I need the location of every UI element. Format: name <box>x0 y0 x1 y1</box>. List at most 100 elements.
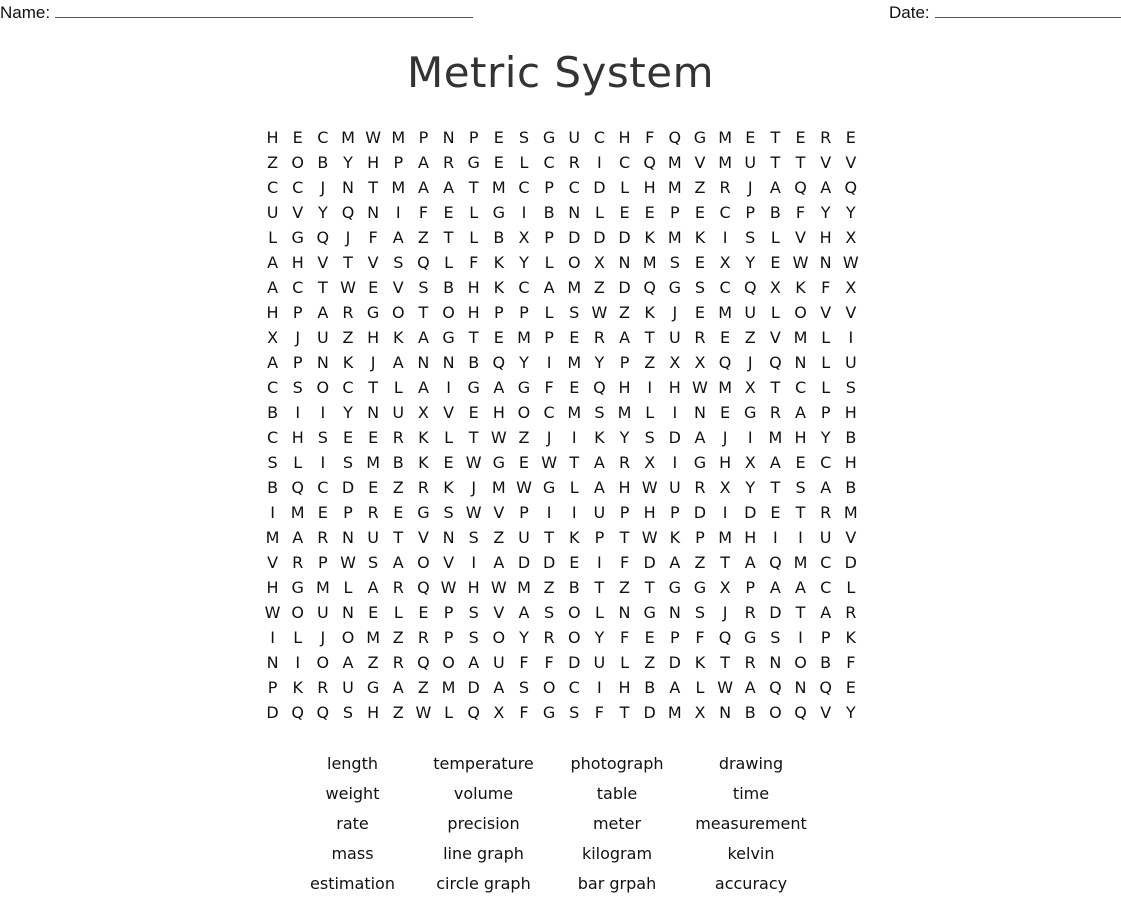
grid-letter: M <box>441 678 456 697</box>
grid-row: ILJOMZRPSOYROYFEPFQGSIPK <box>260 625 863 650</box>
grid-letter: O <box>442 303 455 322</box>
grid-letter: P <box>292 353 303 372</box>
grid-letter: J <box>747 353 753 372</box>
grid-letter: G <box>542 478 556 497</box>
grid-letter: S <box>845 378 856 397</box>
grid-letter: I <box>270 503 275 522</box>
grid-letter: K <box>493 278 505 297</box>
grid-row: CHSEERKLTWZJIKYSDAJIMHYB <box>260 425 863 450</box>
grid-letter: D <box>568 653 581 672</box>
grid-letter: T <box>343 253 353 272</box>
grid-letter: I <box>597 678 602 697</box>
grid-letter: W <box>717 678 734 697</box>
grid-letter: M <box>718 303 732 322</box>
grid-letter: D <box>593 228 606 247</box>
grid-letter: N <box>618 603 631 622</box>
grid-letter: E <box>342 428 354 447</box>
grid-letter: U <box>518 528 530 547</box>
grid-row: BIIYNUXVEHOCMSMLINEGRAPH <box>260 400 863 425</box>
grid-letter: R <box>719 178 731 197</box>
grid-letter: E <box>443 203 454 222</box>
grid-letter: G <box>517 378 531 397</box>
grid-letter: Z <box>744 328 756 347</box>
grid-letter: Z <box>392 628 404 647</box>
grid-letter: A <box>769 178 781 197</box>
grid-letter: R <box>342 303 354 322</box>
grid-letter: O <box>567 603 581 622</box>
grid-letter: S <box>468 628 479 647</box>
grid-letter: M <box>366 628 381 647</box>
grid-letter: A <box>468 653 480 672</box>
grid-letter: E <box>720 328 731 347</box>
grid-letter: Q <box>844 178 858 197</box>
grid-letter: C <box>593 128 605 147</box>
grid-letter: O <box>291 153 304 172</box>
grid-letter: V <box>820 153 832 172</box>
grid-letter: M <box>366 453 381 472</box>
grid-letter: Z <box>694 553 706 572</box>
grid-letter: S <box>795 478 806 497</box>
grid-letter: T <box>418 303 429 322</box>
grid-letter: T <box>644 328 655 347</box>
grid-letter: A <box>669 678 681 697</box>
grid-letter: M <box>667 153 682 172</box>
grid-letter: W <box>641 478 658 497</box>
grid-letter: P <box>494 303 504 322</box>
grid-letter: R <box>543 628 555 647</box>
grid-row: SLISMBKEWGEWTARXIGHXAECH <box>260 450 863 475</box>
grid-letter: N <box>342 528 354 547</box>
grid-letter: S <box>544 603 555 622</box>
grid-letter: M <box>567 403 582 422</box>
grid-letter: K <box>393 328 404 347</box>
name-label: Name: <box>0 3 51 22</box>
grid-letter: U <box>266 203 279 222</box>
grid-row: DQQSHZWLQXFGSFTDMXNBOQVY <box>260 700 863 725</box>
grid-letter: Y <box>343 153 353 172</box>
grid-letter: Q <box>417 653 430 672</box>
grid-letter: U <box>316 328 329 347</box>
grid-letter: P <box>418 128 429 147</box>
grid-letter: Y <box>619 428 630 447</box>
grid-letter: Z <box>367 653 379 672</box>
grid-letter: M <box>768 428 783 447</box>
grid-letter: R <box>769 403 781 422</box>
grid-letter: C <box>266 428 279 447</box>
grid-letter: U <box>342 678 354 697</box>
grid-letter: A <box>392 353 404 372</box>
grid-letter: Q <box>492 353 506 372</box>
grid-letter: J <box>295 328 301 347</box>
grid-letter: O <box>442 653 455 672</box>
grid-row: UVYQNIFELGIBNLEEPECPBFYY <box>260 200 863 225</box>
grid-letter: P <box>544 328 554 347</box>
grid-letter: J <box>320 628 326 647</box>
grid-letter: M <box>793 553 808 572</box>
grid-letter: G <box>744 403 757 422</box>
grid-row: XJUZHKAGTEMPERATUREZVMLI <box>260 325 863 350</box>
grid-letter: T <box>644 578 655 597</box>
grid-letter: T <box>770 128 781 147</box>
grid-letter: W <box>842 253 859 272</box>
grid-letter: U <box>668 328 681 347</box>
grid-letter: U <box>744 303 757 322</box>
grid-letter: U <box>819 528 832 547</box>
grid-letter: P <box>544 228 554 247</box>
grid-letter: I <box>773 528 778 547</box>
word-bank-item: mass <box>331 844 374 863</box>
grid-letter: K <box>418 428 429 447</box>
grid-letter: Q <box>769 353 782 372</box>
grid-letter: E <box>644 203 655 222</box>
grid-letter: N <box>367 403 380 422</box>
grid-letter: O <box>567 253 581 272</box>
grid-letter: E <box>770 503 781 522</box>
grid-letter: G <box>467 378 480 397</box>
grid-letter: C <box>342 378 354 397</box>
grid-letter: A <box>317 303 329 322</box>
grid-letter: Q <box>794 178 807 197</box>
grid-letter: N <box>442 528 455 547</box>
grid-letter: Y <box>845 703 856 722</box>
grid-letter: M <box>718 378 732 397</box>
grid-row: AHVTVSQLFKYLOXNMSEXYEWNW <box>260 250 863 275</box>
grid-letter: X <box>719 253 731 272</box>
grid-letter: L <box>770 303 780 322</box>
grid-letter: Z <box>644 353 656 372</box>
